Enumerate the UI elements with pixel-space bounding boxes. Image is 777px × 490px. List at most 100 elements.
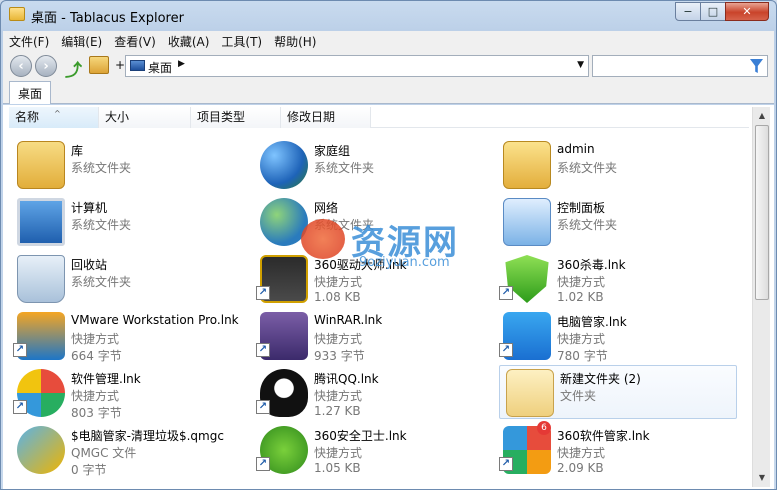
list-item[interactable]: ↗ 360杀毒.lnk 快捷方式 1.02 KB (497, 252, 735, 306)
shortcut-arrow-icon: ↗ (256, 400, 270, 414)
list-item[interactable]: ↗ 腾讯QQ.lnk 快捷方式 1.27 KB (254, 366, 492, 420)
list-item[interactable]: 6 ↗ 360软件管家.lnk 快捷方式 2.09 KB (497, 421, 735, 477)
list-item[interactable]: $电脑管家-清理垃圾$.qmgc QMGC 文件 0 字节 (11, 423, 249, 477)
list-item[interactable]: ↗ 软件管理.lnk 快捷方式 803 字节 (11, 366, 249, 420)
item-size: 0 字节 (71, 463, 107, 477)
menu-file[interactable]: 文件(F) (9, 33, 49, 50)
column-name-label: 名称 (15, 110, 40, 124)
item-type: 快捷方式 (557, 332, 606, 346)
shortcut-arrow-icon: ↗ (256, 457, 270, 471)
item-type: 系统文件夹 (557, 161, 618, 175)
item-type: 快捷方式 (314, 332, 363, 346)
homegroup-icon (260, 141, 308, 189)
item-type: 系统文件夹 (71, 161, 132, 175)
breadcrumb-arrow-icon[interactable]: ▶ (178, 59, 185, 69)
shortcut-arrow-icon: ↗ (256, 286, 270, 300)
list-item[interactable]: 库 系统文件夹 (11, 138, 249, 192)
list-item[interactable]: admin 系统文件夹 (497, 138, 735, 192)
menu-help[interactable]: 帮助(H) (274, 33, 316, 50)
list-item[interactable]: ↗ VMware Workstation Pro.lnk 快捷方式 664 字节 (11, 309, 249, 363)
library-icon (17, 141, 65, 189)
address-dropdown-icon[interactable]: ▼ (577, 60, 584, 70)
item-name: 电脑管家.lnk (557, 315, 627, 329)
column-date[interactable]: 修改日期 (281, 107, 371, 128)
title-bar[interactable]: 桌面 - Tablacus Explorer − □ ✕ (1, 1, 776, 29)
item-name: VMware Workstation Pro.lnk (71, 313, 239, 327)
menu-view[interactable]: 查看(V) (114, 33, 156, 50)
sort-ascending-icon: ^ (54, 109, 61, 118)
item-name: 网络 (314, 201, 339, 215)
item-type: 快捷方式 (314, 275, 363, 289)
list-item[interactable]: 控制面板 系统文件夹 (497, 195, 735, 249)
desktop-icon (130, 60, 145, 71)
item-size: 780 字节 (557, 349, 608, 363)
item-type: 快捷方式 (71, 389, 120, 403)
vertical-scrollbar[interactable]: ▲ ▼ (752, 107, 770, 487)
scroll-up-icon[interactable]: ▲ (754, 108, 770, 124)
folder-app-icon (9, 7, 25, 21)
item-size: 1.02 KB (557, 290, 604, 304)
list-item[interactable]: 网络 系统文件夹 (254, 195, 492, 249)
item-type: 系统文件夹 (71, 275, 132, 289)
folder-icon (506, 369, 554, 417)
list-item[interactable]: ↗ 360安全卫士.lnk 快捷方式 1.05 KB (254, 423, 492, 477)
list-item[interactable]: 回收站 系统文件夹 (11, 252, 249, 306)
item-name: 计算机 (71, 201, 108, 215)
folder-tree-icon[interactable] (89, 56, 109, 74)
cleanup-broom-icon (17, 426, 65, 474)
menu-edit[interactable]: 编辑(E) (61, 33, 102, 50)
back-button[interactable]: ‹ (10, 55, 32, 77)
list-item[interactable]: ↗ WinRAR.lnk 快捷方式 933 字节 (254, 309, 492, 363)
list-item[interactable]: 家庭组 系统文件夹 (254, 138, 492, 192)
computer-icon (17, 198, 65, 246)
forward-button[interactable]: › (35, 55, 57, 77)
list-item[interactable]: ↗ 电脑管家.lnk 快捷方式 780 字节 (497, 309, 735, 363)
item-type: 快捷方式 (557, 446, 606, 460)
address-bar[interactable]: 桌面 ▶ ▼ (125, 55, 589, 77)
new-tab-plus[interactable]: + (115, 58, 125, 72)
item-name: 库 (71, 144, 84, 158)
scroll-down-icon[interactable]: ▼ (754, 470, 770, 486)
address-text[interactable]: 桌面 (148, 59, 172, 76)
shortcut-arrow-icon: ↗ (13, 343, 27, 357)
tab-desktop[interactable]: 桌面 (9, 81, 52, 104)
control-panel-icon (503, 198, 551, 246)
filter-icon[interactable] (750, 59, 763, 73)
close-button[interactable]: ✕ (725, 2, 769, 21)
column-size[interactable]: 大小 (99, 107, 191, 128)
list-item[interactable]: ↗ 360驱动大师.lnk 快捷方式 1.08 KB (254, 252, 492, 306)
minimize-button[interactable]: − (675, 2, 701, 21)
item-name: 新建文件夹 (2) (560, 372, 641, 386)
toolbar: ‹ › ⤴ + 桌面 ▶ ▼ (3, 52, 774, 81)
window-title: 桌面 - Tablacus Explorer (31, 11, 184, 26)
tab-strip: 桌面 (3, 80, 774, 104)
up-folder-icon[interactable]: ⤴ (65, 56, 82, 81)
item-size: 1.05 KB (314, 461, 361, 475)
item-size: 933 字节 (314, 349, 365, 363)
shortcut-arrow-icon: ↗ (256, 343, 270, 357)
item-type: 快捷方式 (71, 332, 120, 346)
item-name: 软件管理.lnk (71, 372, 141, 386)
file-list[interactable]: 名称 ^ 大小 项目类型 修改日期 库 系统文件夹 家庭组 系统文件夹 admi… (3, 105, 774, 489)
column-type[interactable]: 项目类型 (191, 107, 281, 128)
maximize-button[interactable]: □ (700, 2, 726, 21)
column-name[interactable]: 名称 ^ (9, 107, 99, 128)
item-type: 系统文件夹 (71, 218, 132, 232)
item-size: 2.09 KB (557, 461, 604, 475)
item-name: 控制面板 (557, 201, 606, 215)
shortcut-arrow-icon: ↗ (13, 400, 27, 414)
item-name: WinRAR.lnk (314, 313, 383, 327)
scroll-thumb[interactable] (755, 125, 769, 300)
item-name: 家庭组 (314, 144, 351, 158)
list-item-selected[interactable]: 新建文件夹 (2) 文件夹 (499, 365, 737, 419)
menu-bar: 文件(F) 编辑(E) 查看(V) 收藏(A) 工具(T) 帮助(H) (3, 31, 774, 52)
search-input[interactable] (592, 55, 768, 77)
shortcut-arrow-icon: ↗ (499, 343, 513, 357)
menu-tools[interactable]: 工具(T) (221, 33, 262, 50)
item-type: 系统文件夹 (314, 161, 375, 175)
item-name: 360驱动大师.lnk (314, 258, 407, 272)
shortcut-arrow-icon: ↗ (499, 457, 513, 471)
list-item[interactable]: 计算机 系统文件夹 (11, 195, 249, 249)
menu-favorites[interactable]: 收藏(A) (168, 33, 210, 50)
item-type: 快捷方式 (557, 275, 606, 289)
